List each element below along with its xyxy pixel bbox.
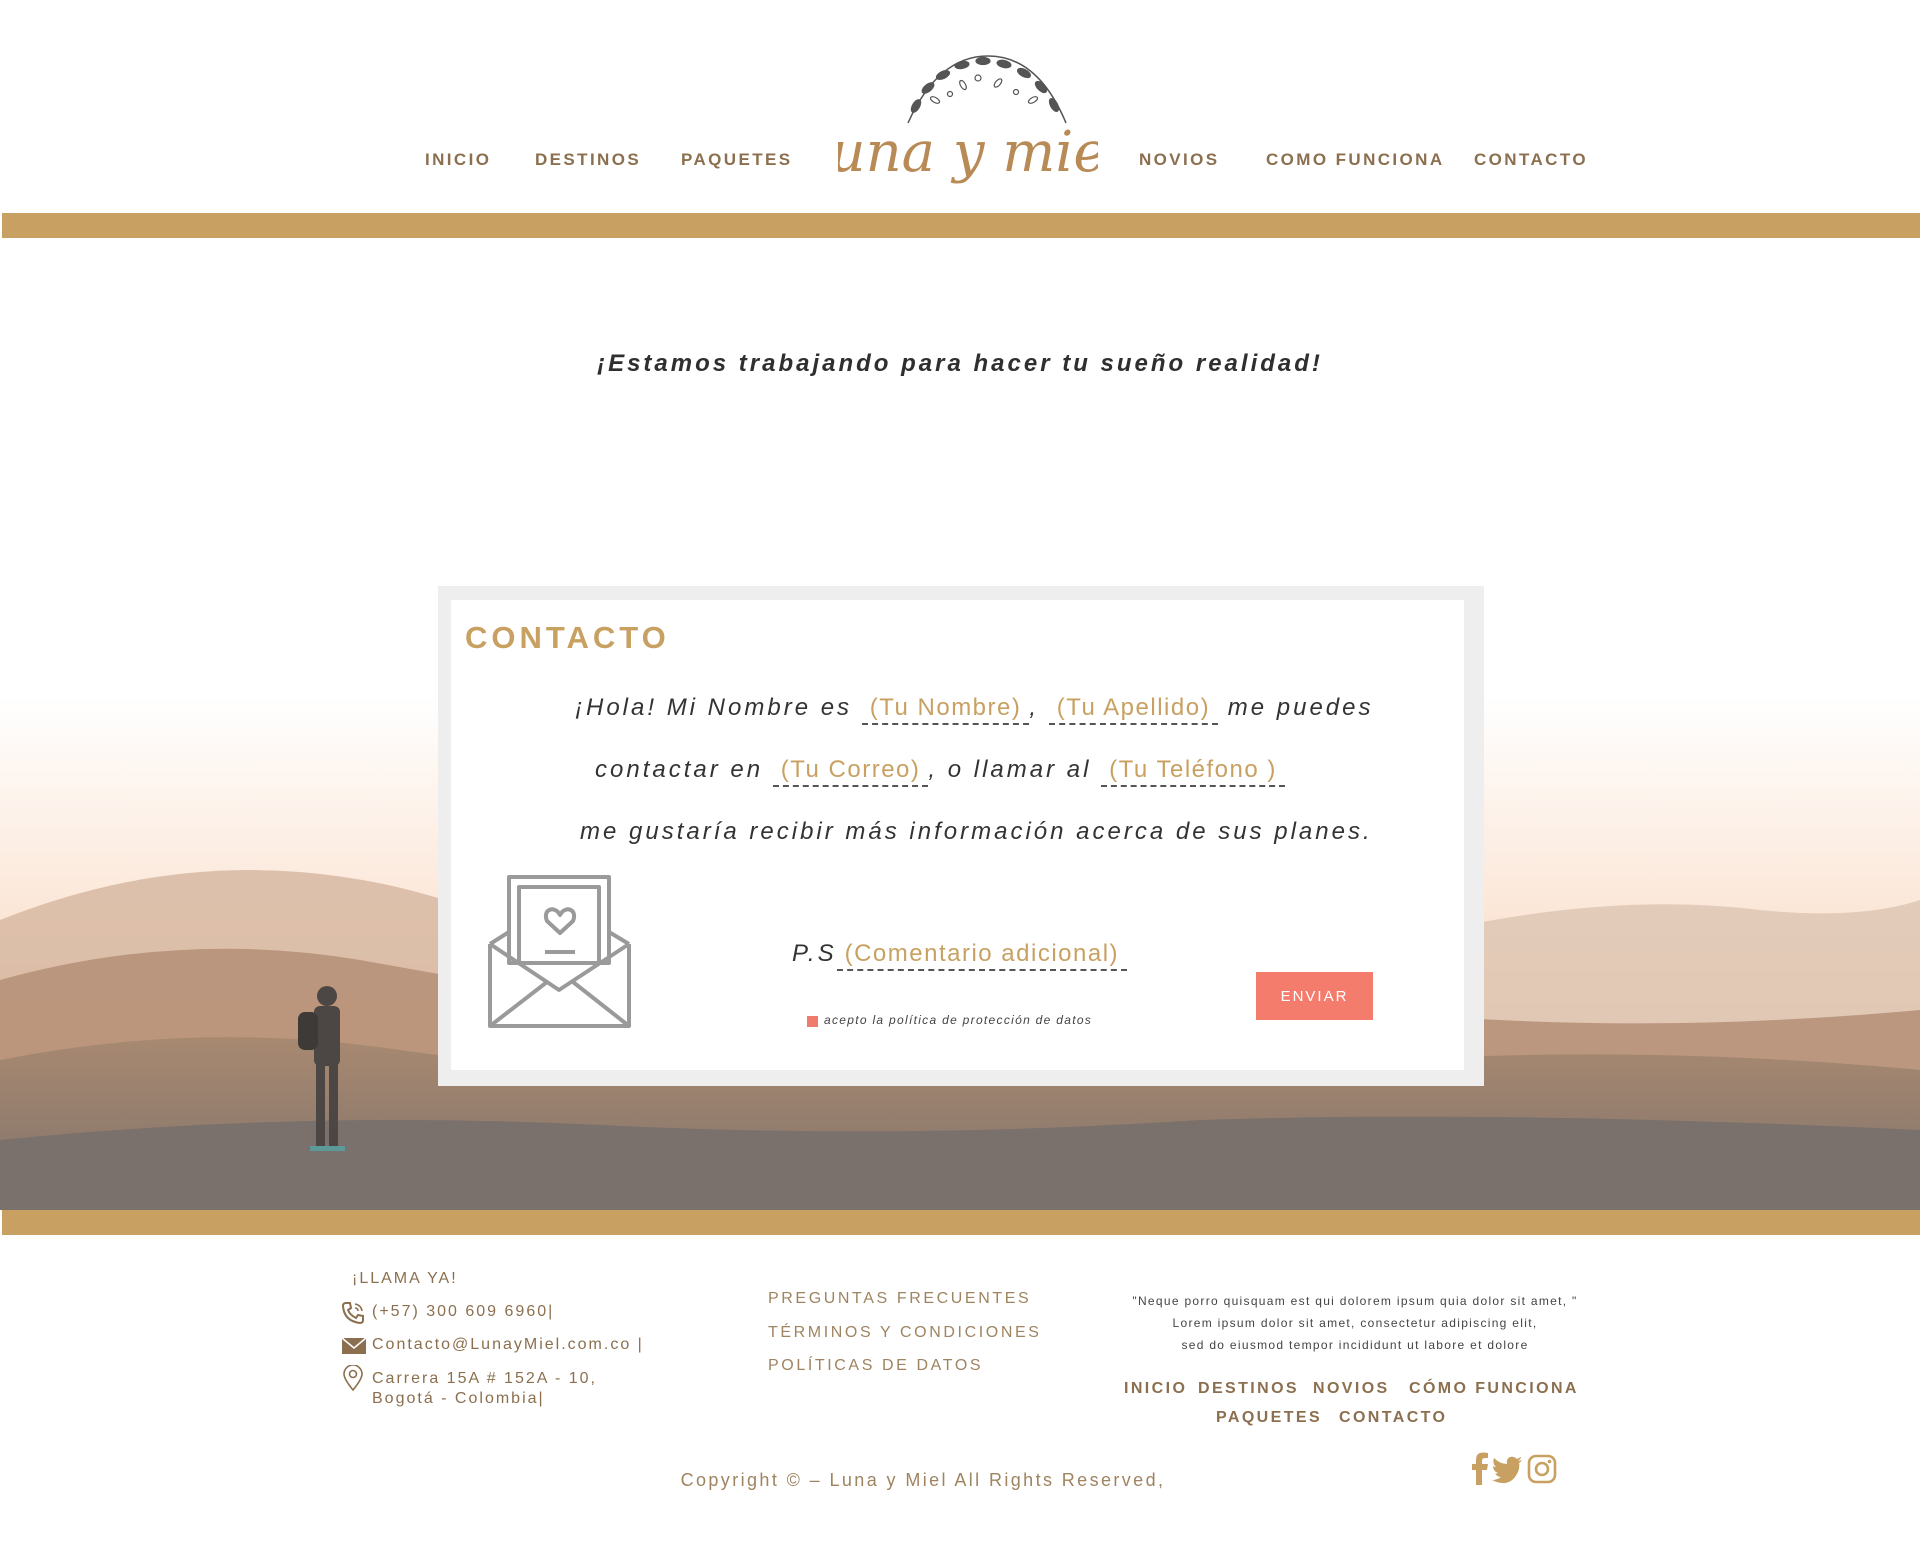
- envelope-heart-icon: [487, 874, 633, 1030]
- privacy-checkbox-label: acepto la política de protección de dato…: [824, 1013, 1093, 1027]
- privacy-checkbox[interactable]: [807, 1016, 818, 1027]
- luna-y-miel-logo[interactable]: luna y miel: [812, 48, 1124, 208]
- footer-nav-novios[interactable]: NOVIOS: [1313, 1380, 1390, 1398]
- nav-paquetes[interactable]: PAQUETES: [681, 150, 792, 170]
- svg-text:luna y miel: luna y miel: [838, 120, 1098, 185]
- twitter-icon[interactable]: [1490, 1452, 1524, 1486]
- nav-novios[interactable]: NOVIOS: [1139, 150, 1220, 170]
- footer-quote-line3: sed do eiusmod tempor incididunt ut labo…: [1181, 1338, 1529, 1352]
- line1-comma: ,: [1029, 694, 1040, 721]
- nav-como-funciona[interactable]: COMO FUNCIONA: [1266, 150, 1445, 170]
- contact-title: CONTACTO: [465, 620, 670, 655]
- line1-text-b: me puedes: [1227, 694, 1374, 721]
- nav-contacto[interactable]: CONTACTO: [1474, 150, 1588, 170]
- last-name-field[interactable]: (Tu Apellido): [1048, 694, 1219, 725]
- instagram-icon[interactable]: [1526, 1452, 1558, 1486]
- copyright-text: Copyright © – Luna y Miel All Rights Res…: [680, 1470, 1166, 1490]
- phone-field[interactable]: (Tu Teléfono ): [1101, 756, 1285, 787]
- contact-line-3: me gustaría recibir más información acer…: [580, 818, 1373, 845]
- line2-text-a: contactar en: [595, 756, 764, 783]
- mail-icon: [341, 1337, 367, 1355]
- footer-email[interactable]: Contacto@LunayMiel.com.co |: [372, 1336, 644, 1354]
- location-pin-icon: [343, 1364, 363, 1392]
- logo-graphic: luna y miel: [812, 55, 1124, 185]
- first-name-field[interactable]: (Tu Nombre): [861, 694, 1030, 725]
- footer-link-faq[interactable]: PREGUNTAS FRECUENTES: [768, 1290, 1031, 1308]
- footer-address-line1: Carrera 15A # 152A - 10,: [372, 1370, 597, 1387]
- send-button[interactable]: ENVIAR: [1256, 972, 1373, 1020]
- contact-line-1: ¡Hola! Mi Nombre es (Tu Nombre), (Tu Ape…: [575, 694, 1374, 725]
- phone-icon: [341, 1301, 365, 1325]
- header-divider: [2, 213, 1920, 238]
- footer-phone[interactable]: (+57) 300 609 6960|: [372, 1303, 554, 1321]
- contact-line-2: contactar en (Tu Correo), o llamar al (T…: [595, 756, 1285, 787]
- footer-nav-paquetes[interactable]: PAQUETES: [1216, 1409, 1322, 1427]
- page-tagline: ¡Estamos trabajando para hacer tu sueño …: [597, 350, 1323, 377]
- footer-divider: [2, 1210, 1920, 1235]
- call-now-title: ¡LLAMA YA!: [352, 1270, 458, 1287]
- email-field[interactable]: (Tu Correo): [772, 756, 929, 787]
- ps-line: P.S (Comentario adicional): [792, 940, 1128, 971]
- line2-text-b: , o llamar al: [928, 756, 1092, 783]
- footer-address-line2: Bogotá - Colombia|: [372, 1390, 545, 1407]
- footer-link-privacy[interactable]: POLÍTICAS DE DATOS: [768, 1357, 983, 1375]
- footer-nav-inicio[interactable]: INICIO: [1124, 1380, 1187, 1398]
- nav-inicio[interactable]: INICIO: [425, 150, 491, 170]
- footer-nav-contacto[interactable]: CONTACTO: [1339, 1409, 1447, 1427]
- ps-label: P.S: [792, 940, 837, 967]
- footer-quote-line1: "Neque porro quisquam est qui dolorem ip…: [1132, 1294, 1578, 1308]
- footer-nav-destinos[interactable]: DESTINOS: [1198, 1380, 1299, 1398]
- comment-field[interactable]: (Comentario adicional): [836, 940, 1128, 971]
- line1-text-a: ¡Hola! Mi Nombre es: [575, 694, 853, 721]
- nav-destinos[interactable]: DESTINOS: [535, 150, 641, 170]
- footer-link-terms[interactable]: TÉRMINOS Y CONDICIONES: [768, 1324, 1042, 1342]
- footer-quote-line2: Lorem ipsum dolor sit amet, consectetur …: [1172, 1316, 1538, 1330]
- footer-nav-como-funciona[interactable]: CÓMO FUNCIONA: [1409, 1380, 1579, 1398]
